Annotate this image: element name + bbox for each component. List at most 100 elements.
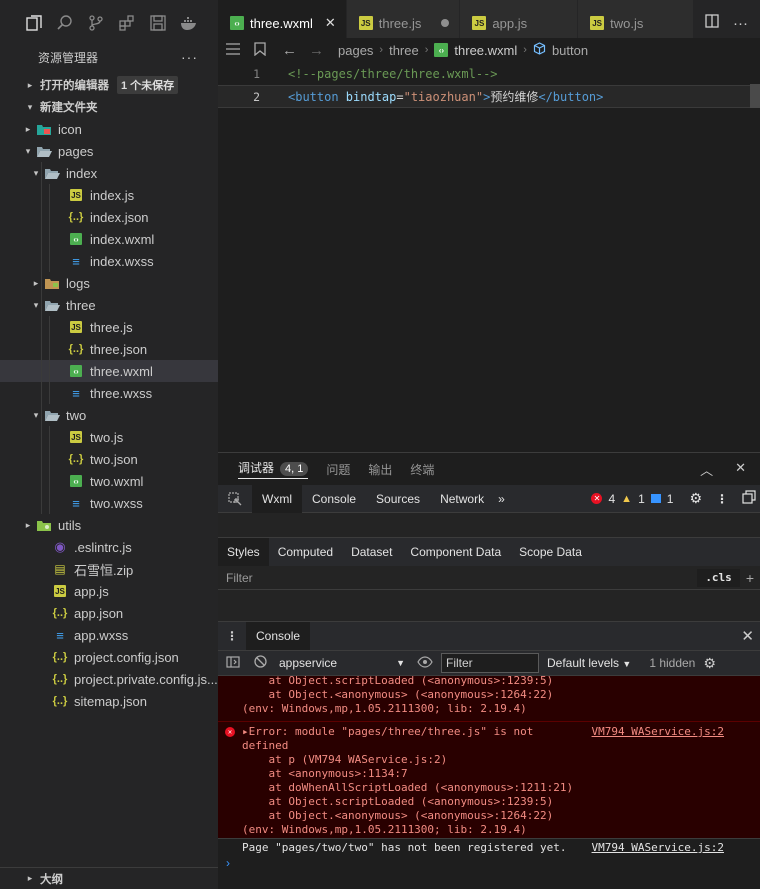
forward-arrow-icon[interactable]: → bbox=[309, 42, 324, 59]
file-tree-label: index.wxss bbox=[90, 253, 154, 269]
tab-computed[interactable]: Computed bbox=[269, 538, 342, 566]
outline-section[interactable]: ▸ 大纲 bbox=[0, 867, 218, 889]
inspect-icon[interactable] bbox=[218, 485, 252, 513]
error-entry[interactable]: ✕ ▸Error: module "pages/three/three.js" … bbox=[218, 725, 760, 837]
file-tree-item[interactable]: {..} three.json bbox=[0, 338, 218, 360]
sidebar-toggle-icon[interactable] bbox=[226, 655, 240, 671]
docker-icon[interactable] bbox=[179, 13, 199, 33]
clear-console-icon[interactable] bbox=[254, 655, 267, 671]
file-tree-item[interactable]: {..} two.json bbox=[0, 448, 218, 470]
file-tree-item[interactable]: ▸ utils bbox=[0, 514, 218, 536]
more-actions-icon[interactable]: ··· bbox=[733, 15, 748, 32]
tab-styles[interactable]: Styles bbox=[218, 538, 269, 566]
styles-filter-input[interactable]: Filter bbox=[226, 571, 253, 585]
editor-scrollbar[interactable] bbox=[750, 84, 760, 108]
file-tree-item[interactable]: JS app.js bbox=[0, 580, 218, 602]
breadcrumb: ← → pages › three › ‹› three.wxml › butt… bbox=[218, 38, 760, 62]
file-tree-item[interactable]: ▤ 石雪恒.zip bbox=[0, 558, 218, 580]
file-tree-item[interactable]: ‹› two.wxml bbox=[0, 470, 218, 492]
js-file-icon: JS bbox=[70, 431, 82, 443]
file-tree-item[interactable]: ▸ logs bbox=[0, 272, 218, 294]
console-filter-input[interactable]: Filter bbox=[441, 653, 539, 673]
tab-debugger[interactable]: 调试器 4, 1 bbox=[238, 459, 309, 479]
tab-network[interactable]: Network bbox=[430, 485, 494, 513]
tab-sources[interactable]: Sources bbox=[366, 485, 430, 513]
file-tree-item[interactable]: ◉ .eslintrc.js bbox=[0, 536, 218, 558]
more-actions-icon[interactable]: ··· bbox=[181, 49, 198, 65]
code-editor[interactable]: 1 <!--pages/three/three.wxml--> 2 <button b… bbox=[218, 62, 760, 452]
tab-wxml[interactable]: Wxml bbox=[252, 484, 302, 513]
kebab-menu-icon[interactable]: ⋮ bbox=[218, 629, 246, 643]
line-number: 2 bbox=[253, 89, 260, 104]
file-tree-item[interactable]: JS index.js bbox=[0, 184, 218, 206]
tab-terminal[interactable]: 终端 bbox=[410, 461, 434, 478]
file-tree-label: index.js bbox=[90, 187, 135, 203]
issue-counters[interactable]: ✕ 4 ▲ 1 1 ⚙ ⋮ bbox=[591, 490, 760, 507]
tab-console[interactable]: Console bbox=[302, 485, 366, 513]
close-icon[interactable]: ✕ bbox=[325, 15, 336, 31]
breadcrumb-three[interactable]: three bbox=[389, 43, 419, 58]
file-tree-label: project.private.config.js... bbox=[74, 671, 218, 687]
file-tree-item[interactable]: ≡ three.wxss bbox=[0, 382, 218, 404]
context-select[interactable]: appservice ▼ bbox=[275, 653, 409, 673]
file-tree-label: project.config.json bbox=[74, 649, 179, 665]
file-tree-item[interactable]: ▾ two bbox=[0, 404, 218, 426]
save-all-icon[interactable] bbox=[148, 13, 168, 33]
dock-icon[interactable] bbox=[742, 490, 756, 507]
close-icon[interactable]: ✕ bbox=[735, 460, 746, 479]
file-tree-item[interactable]: ‹› three.wxml bbox=[0, 360, 218, 382]
file-tree-item[interactable]: ▾ index bbox=[0, 162, 218, 184]
tab-output[interactable]: 输出 bbox=[368, 461, 392, 478]
file-tree-item[interactable]: {..} app.json bbox=[0, 602, 218, 624]
chevron-up-icon[interactable]: ︿ bbox=[700, 460, 713, 479]
file-tree-item[interactable]: {..} sitemap.json bbox=[0, 690, 218, 712]
file-tree-item[interactable]: ≡ app.wxss bbox=[0, 624, 218, 646]
styles-area bbox=[218, 590, 760, 622]
extensions-icon[interactable] bbox=[117, 13, 137, 33]
console-prompt[interactable]: › bbox=[218, 856, 760, 874]
file-tree-item[interactable]: ‹› index.wxml bbox=[0, 228, 218, 250]
error-source-link[interactable]: VM794 WAService.js:2 bbox=[592, 725, 724, 738]
open-editors-section[interactable]: ▸ 打开的编辑器 1 个未保存 bbox=[0, 74, 218, 96]
indent-guide bbox=[41, 470, 42, 492]
more-tabs-icon[interactable]: » bbox=[494, 485, 509, 513]
file-tree-item[interactable]: ▸ icon bbox=[0, 118, 218, 140]
unsaved-dot-icon[interactable] bbox=[441, 19, 450, 27]
tab-console-drawer[interactable]: Console bbox=[246, 622, 311, 650]
menu-icon[interactable] bbox=[226, 42, 240, 58]
back-arrow-icon[interactable]: ← bbox=[282, 42, 297, 59]
tab-dataset[interactable]: Dataset bbox=[342, 538, 401, 566]
file-tree-item[interactable]: ≡ two.wxss bbox=[0, 492, 218, 514]
gear-icon[interactable]: ⚙ bbox=[689, 490, 702, 507]
gear-icon[interactable]: ⚙ bbox=[703, 655, 716, 672]
breadcrumb-symbol[interactable]: button bbox=[552, 43, 588, 58]
file-tree-item[interactable]: JS three.js bbox=[0, 316, 218, 338]
file-tree-item[interactable]: JS two.js bbox=[0, 426, 218, 448]
explorer-icon[interactable] bbox=[24, 13, 44, 33]
breadcrumb-pages[interactable]: pages bbox=[338, 43, 373, 58]
tab-component-data[interactable]: Component Data bbox=[401, 538, 510, 566]
file-tree-item[interactable]: {..} project.config.json bbox=[0, 646, 218, 668]
search-icon[interactable] bbox=[55, 13, 75, 33]
file-tree-label: sitemap.json bbox=[74, 693, 147, 709]
add-rule-icon[interactable]: + bbox=[740, 570, 760, 586]
eye-icon[interactable] bbox=[417, 655, 433, 671]
split-editor-icon[interactable] bbox=[705, 14, 719, 32]
file-tree-item[interactable]: {..} project.private.config.js... bbox=[0, 668, 218, 690]
file-tree-item[interactable]: ≡ index.wxss bbox=[0, 250, 218, 272]
warning-source-link[interactable]: VM794 WAService.js:2 bbox=[592, 841, 724, 854]
file-tree-item[interactable]: ▾ three bbox=[0, 294, 218, 316]
close-icon[interactable]: ✕ bbox=[741, 627, 760, 645]
tab-problems[interactable]: 问题 bbox=[326, 461, 350, 478]
tab-scope-data[interactable]: Scope Data bbox=[510, 538, 591, 566]
bookmark-icon[interactable] bbox=[254, 41, 266, 59]
file-tree-item[interactable]: ▾ pages bbox=[0, 140, 218, 162]
file-tree-label: index.json bbox=[90, 209, 149, 225]
kebab-menu-icon[interactable]: ⋮ bbox=[716, 492, 728, 506]
source-control-icon[interactable] bbox=[86, 13, 106, 33]
file-tree-item[interactable]: {..} index.json bbox=[0, 206, 218, 228]
breadcrumb-file[interactable]: three.wxml bbox=[454, 43, 517, 58]
cls-button[interactable]: .cls bbox=[697, 568, 740, 587]
log-levels-select[interactable]: Default levels ▼ bbox=[547, 656, 631, 670]
project-section[interactable]: ▾ 新建文件夹 bbox=[0, 96, 218, 118]
